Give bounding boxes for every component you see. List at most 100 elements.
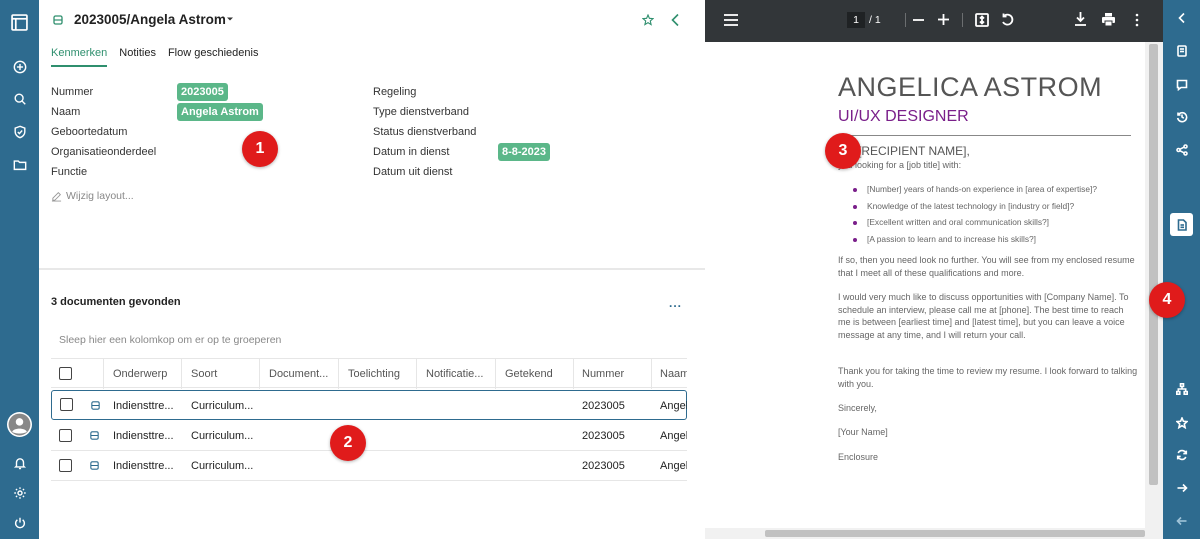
chevron-left-icon[interactable] xyxy=(669,13,681,27)
more-vertical-icon[interactable] xyxy=(1135,13,1139,27)
field-status-dienstverband: Status dienstverband xyxy=(373,124,476,144)
column-separator xyxy=(573,359,574,389)
row-checkbox[interactable] xyxy=(59,459,72,472)
zoom-in-icon[interactable] xyxy=(938,14,949,25)
pdf-toolbar: 1 / 1 xyxy=(705,0,1163,42)
resume-intro: you looking for a [job title] with: xyxy=(838,160,962,170)
documents-count: 3 documenten gevonden xyxy=(51,296,181,308)
field-value-chip: Angela Astrom xyxy=(177,103,263,121)
bell-icon[interactable] xyxy=(0,452,39,474)
scrollbar-thumb[interactable] xyxy=(765,530,1145,537)
fields-right: Regeling Type dienstverband Status diens… xyxy=(373,84,551,184)
search-icon[interactable] xyxy=(0,88,39,110)
column-soort[interactable]: Soort xyxy=(191,359,257,389)
cell-nummer: 2023005 xyxy=(582,460,625,472)
more-options-button[interactable]: ... xyxy=(669,296,682,310)
fields-left: Nummer 2023005 Naam Angela Astrom Geboor… xyxy=(51,83,263,184)
column-separator xyxy=(181,359,182,389)
right-rail xyxy=(1163,0,1200,539)
share-icon[interactable] xyxy=(1163,139,1200,161)
folder-icon[interactable] xyxy=(0,154,39,176)
field-datum-in-dienst: Datum in dienst 8-8-2023 xyxy=(373,143,551,164)
history-icon[interactable] xyxy=(1163,106,1200,128)
file-icon[interactable] xyxy=(1170,213,1193,236)
document-icon[interactable] xyxy=(1163,40,1200,62)
column-separator xyxy=(651,359,652,389)
column-getekend[interactable]: Getekend xyxy=(505,359,571,389)
fit-page-icon[interactable] xyxy=(975,13,989,27)
edit-layout-link[interactable]: Wijzig layout... xyxy=(51,190,134,202)
comment-icon[interactable] xyxy=(1163,74,1200,96)
page-total-value: 1 xyxy=(874,14,881,26)
left-nav xyxy=(0,0,39,539)
download-icon[interactable] xyxy=(1074,12,1087,26)
cell-naam: Angel xyxy=(660,460,687,472)
star-icon[interactable] xyxy=(642,14,654,26)
field-label: Regeling xyxy=(373,86,417,98)
tab-kenmerken[interactable]: Kenmerken xyxy=(51,47,108,67)
column-naam[interactable]: Naam xyxy=(660,359,687,389)
column-separator xyxy=(103,359,104,389)
tab-flow-geschiedenis[interactable]: Flow geschiedenis xyxy=(168,47,259,67)
field-label: Datum in dienst xyxy=(373,146,450,158)
table-row[interactable]: Indiensttre... Curriculum... 2023005 Ang… xyxy=(51,390,687,420)
row-checkbox[interactable] xyxy=(59,429,72,442)
field-label: Nummer xyxy=(51,86,94,98)
hierarchy-icon[interactable] xyxy=(1163,378,1200,400)
field-geboortedatum: Geboortedatum xyxy=(51,124,156,144)
tab-bar: Kenmerken Notities Flow geschiedenis xyxy=(51,47,258,67)
resume-name: ANGELICA ASTROM xyxy=(838,72,1103,102)
avatar[interactable] xyxy=(0,410,39,438)
column-notificatie[interactable]: Notificatie... xyxy=(426,359,494,389)
page-total: / 1 xyxy=(869,14,881,26)
column-separator xyxy=(495,359,496,389)
chevron-left-icon[interactable] xyxy=(1163,7,1200,29)
settings-icon[interactable] xyxy=(0,482,39,504)
refresh-icon[interactable] xyxy=(1163,444,1200,466)
field-label: Datum uit dienst xyxy=(373,166,453,178)
row-checkbox[interactable] xyxy=(60,398,73,411)
rotate-icon[interactable] xyxy=(1000,12,1015,27)
field-label: Functie xyxy=(51,166,88,178)
edit-layout-label: Wijzig layout... xyxy=(66,190,134,202)
section-divider xyxy=(39,268,705,270)
field-organisatieonderdeel: Organisatieonderdeel xyxy=(51,144,156,164)
annotation-badge-2: 2 xyxy=(330,425,366,461)
pdf-viewer: 1 / 1 ANGELICA ASTROM UI/UX DESIGNER AR … xyxy=(705,0,1163,539)
column-separator xyxy=(259,359,260,389)
resume-paragraph: If so, then you need look no further. Yo… xyxy=(838,255,1135,278)
column-onderwerp[interactable]: Onderwerp xyxy=(113,359,179,389)
shield-icon[interactable] xyxy=(0,121,39,143)
menu-icon[interactable] xyxy=(724,14,738,26)
arrow-right-icon[interactable] xyxy=(1163,477,1200,499)
select-all-checkbox[interactable] xyxy=(59,367,72,380)
arrow-left-icon[interactable] xyxy=(1163,510,1200,532)
document-stack-icon xyxy=(90,461,99,470)
field-type-dienstverband: Type dienstverband xyxy=(373,104,476,124)
scrollbar-thumb[interactable] xyxy=(1149,44,1158,485)
print-icon[interactable] xyxy=(1101,12,1116,27)
column-document[interactable]: Document... xyxy=(269,359,337,389)
page-number-input[interactable]: 1 xyxy=(847,12,865,28)
column-nummer[interactable]: Nummer xyxy=(582,359,648,389)
cell-naam: Angel xyxy=(660,400,687,412)
tab-notities[interactable]: Notities xyxy=(119,47,156,67)
star-icon[interactable] xyxy=(1163,412,1200,434)
group-drop-zone[interactable]: Sleep hier een kolomkop om er op te groe… xyxy=(59,334,281,346)
cell-soort: Curriculum... xyxy=(191,460,254,472)
add-icon[interactable] xyxy=(0,56,39,78)
table-row[interactable]: Indiensttre... Curriculum... 2023005 Ang… xyxy=(51,451,687,481)
panel-icon[interactable] xyxy=(0,11,39,33)
column-toelichting[interactable]: Toelichting xyxy=(348,359,414,389)
field-functie: Functie xyxy=(51,164,156,184)
chevron-down-icon[interactable] xyxy=(226,15,234,23)
power-icon[interactable] xyxy=(0,512,39,534)
table-row[interactable]: Indiensttre... Curriculum... 2023005 Ang… xyxy=(51,421,687,451)
field-regeling: Regeling xyxy=(373,84,476,104)
field-label: Status dienstverband xyxy=(373,126,477,138)
resume-divider xyxy=(838,135,1131,136)
field-label: Naam xyxy=(51,106,81,118)
column-separator xyxy=(338,359,339,389)
zoom-out-icon[interactable] xyxy=(913,19,924,21)
document-stack-icon xyxy=(90,431,99,440)
